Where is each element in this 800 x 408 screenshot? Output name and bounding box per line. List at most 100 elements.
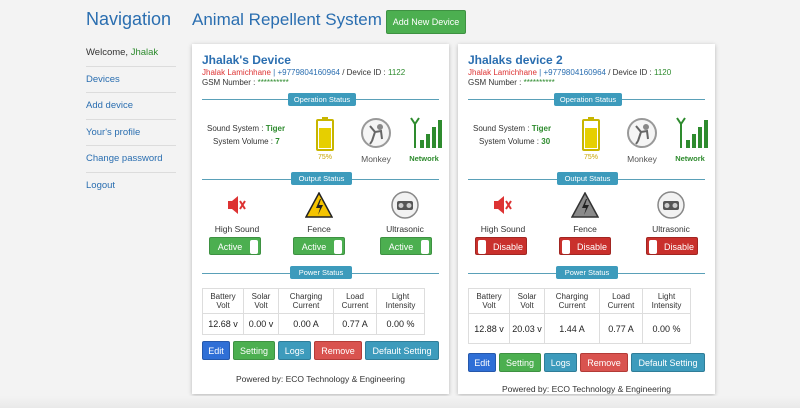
setting-button[interactable]: Setting <box>233 341 275 360</box>
gsm-line: GSM Number : ********** <box>468 78 555 87</box>
solar-volt-value: 20.03 v <box>509 313 545 344</box>
device-title: Jhalak's Device <box>202 53 291 67</box>
default-setting-button[interactable]: Default Setting <box>365 341 439 360</box>
speaker-muted-icon <box>492 194 512 221</box>
load-current-value: 0.77 A <box>333 313 377 335</box>
owner-name: Jhalak Lamichhane <box>468 68 537 77</box>
nav-item-logout[interactable]: Logout <box>86 173 176 199</box>
edit-button[interactable]: Edit <box>468 353 496 372</box>
nav-item-change-password[interactable]: Change password <box>86 146 176 173</box>
power-table: Battery Volt Solar Volt Charging Current… <box>202 288 425 335</box>
monkey-icon <box>360 117 392 154</box>
header-charging-current: Charging Current <box>544 288 600 314</box>
monkey-label: Monkey <box>627 154 657 164</box>
toggle-text: Disable <box>576 242 607 252</box>
system-volume-label: System Volume : <box>213 137 276 146</box>
nav-item-devices[interactable]: Devices <box>86 67 176 93</box>
header-solar-volt: Solar Volt <box>509 288 545 314</box>
nav-item-add-device[interactable]: Add device <box>86 93 176 120</box>
high-sound-toggle[interactable]: Active <box>209 237 261 255</box>
page-title: Animal Repellent System <box>192 10 382 29</box>
header-light-intensity: Light Intensity <box>376 288 425 314</box>
logs-button[interactable]: Logs <box>544 353 577 372</box>
monkey-label: Monkey <box>361 154 391 164</box>
light-intensity-value: 0.00 % <box>376 313 425 335</box>
add-new-device-button[interactable]: Add New Device <box>386 10 466 34</box>
battery-fill <box>585 128 597 148</box>
edit-button[interactable]: Edit <box>202 341 230 360</box>
ultrasonic-label: Ultrasonic <box>386 224 424 234</box>
table-row: 12.88 v 20.03 v 1.44 A 0.77 A 0.00 % <box>468 313 691 344</box>
fence-toggle[interactable]: Active <box>293 237 345 255</box>
gsm-label: GSM Number : <box>468 78 524 87</box>
battery-icon <box>316 117 334 156</box>
fence-label: Fence <box>573 224 597 234</box>
toggle-knob <box>478 240 486 254</box>
toggle-text: Active <box>301 242 327 252</box>
remove-button[interactable]: Remove <box>580 353 628 372</box>
header-solar-volt: Solar Volt <box>243 288 279 314</box>
battery-icon <box>582 117 600 156</box>
power-status-label: Power Status <box>556 266 618 279</box>
default-setting-button[interactable]: Default Setting <box>631 353 705 372</box>
operation-status-label: Operation Status <box>288 93 356 106</box>
sound-system-text: Sound System : Tiger <box>473 124 551 133</box>
owner-line: Jhalak Lamichhane | +9779804160964 / Dev… <box>468 68 671 77</box>
toggle-text: Disable <box>492 242 523 252</box>
battery-level: 75% <box>583 154 598 161</box>
high-voltage-warning-icon <box>304 191 334 223</box>
gsm-label: GSM Number : <box>202 78 258 87</box>
device-id: 1120 <box>654 68 672 77</box>
header-load-current: Load Current <box>333 288 377 314</box>
system-volume-value: 30 <box>541 137 551 146</box>
gsm-line: GSM Number : ********** <box>202 78 289 87</box>
output-status-label: Output Status <box>557 172 618 185</box>
network-label: Network <box>409 154 439 163</box>
fence-toggle[interactable]: Disable <box>559 237 611 255</box>
powered-by-text: Powered by: ECO Technology & Engineering <box>236 374 405 384</box>
header-load-current: Load Current <box>599 288 643 314</box>
nav-item-profile[interactable]: Your's profile <box>86 120 176 146</box>
output-status-label: Output Status <box>291 172 352 185</box>
solar-volt-value: 0.00 v <box>243 313 279 335</box>
system-volume-label: System Volume : <box>479 137 542 146</box>
device-id: 1122 <box>388 68 406 77</box>
remove-button[interactable]: Remove <box>314 341 362 360</box>
network-label: Network <box>675 154 705 163</box>
system-volume-text: System Volume : 7 <box>213 137 280 146</box>
sound-system-value: Tiger <box>265 124 286 133</box>
setting-button[interactable]: Setting <box>499 353 541 372</box>
toggle-knob <box>334 240 342 254</box>
welcome-text: Welcome, Jhalak <box>86 40 176 67</box>
network-signal-icon <box>408 116 442 155</box>
ultrasonic-toggle[interactable]: Active <box>380 237 432 255</box>
table-header-row: Battery Volt Solar Volt Charging Current… <box>468 288 691 314</box>
header-battery-volt: Battery Volt <box>468 288 510 314</box>
toggle-text: Active <box>217 242 243 252</box>
owner-phone: | +9779804160964 <box>270 68 340 77</box>
gsm-number: ********** <box>257 78 289 87</box>
logs-button[interactable]: Logs <box>278 341 311 360</box>
sound-system-label: Sound System : <box>207 124 266 133</box>
charging-current-value: 0.00 A <box>278 313 334 335</box>
sound-system-label: Sound System : <box>473 124 532 133</box>
owner-name: Jhalak Lamichhane <box>202 68 271 77</box>
table-header-row: Battery Volt Solar Volt Charging Current… <box>202 288 425 314</box>
device-card: Jhalak's Device Jhalak Lamichhane | +977… <box>192 44 449 394</box>
system-volume-value: 7 <box>275 137 280 146</box>
ultrasonic-toggle[interactable]: Disable <box>646 237 698 255</box>
device-id-label: / Device ID : <box>605 68 654 77</box>
toggle-text: Active <box>388 242 414 252</box>
high-sound-toggle[interactable]: Disable <box>475 237 527 255</box>
operation-status-label: Operation Status <box>554 93 622 106</box>
light-intensity-value: 0.00 % <box>642 313 691 344</box>
power-status-label: Power Status <box>290 266 352 279</box>
toggle-knob <box>421 240 429 254</box>
high-sound-label: High Sound <box>214 224 260 234</box>
header-charging-current: Charging Current <box>278 288 334 314</box>
owner-phone: | +9779804160964 <box>536 68 606 77</box>
speaker-muted-icon <box>226 194 246 221</box>
owner-line: Jhalak Lamichhane | +9779804160964 / Dev… <box>202 68 405 77</box>
battery-volt-value: 12.68 v <box>202 313 244 335</box>
battery-fill <box>319 128 331 148</box>
